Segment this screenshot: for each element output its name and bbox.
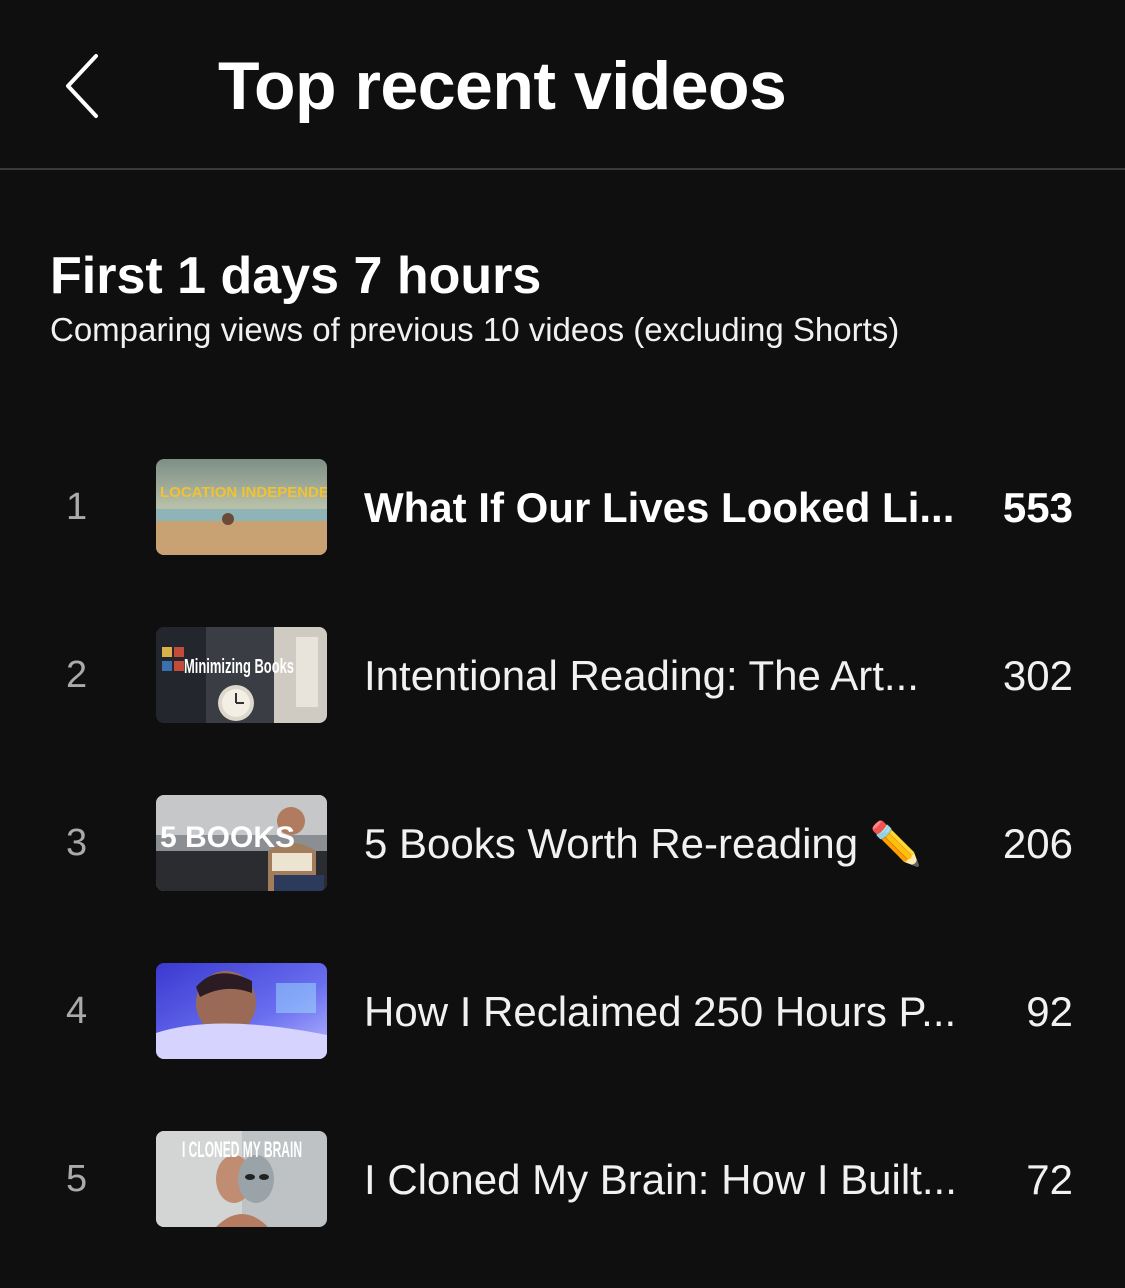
chevron-left-icon (66, 54, 98, 118)
video-row[interactable]: 5 I CLONED MY BRAIN I Cloned My Brain: H… (0, 1131, 1125, 1227)
video-thumbnail[interactable]: I CLONED MY BRAIN (156, 1131, 327, 1227)
section-subtitle: Comparing views of previous 10 videos (e… (50, 311, 900, 348)
video-row[interactable]: 4 How I Reclaimed 250 Hours P... 92 (0, 963, 1125, 1059)
video-rank: 3 (66, 822, 88, 864)
back-button[interactable] (52, 48, 112, 124)
video-title: What If Our Lives Looked Li... (364, 484, 955, 531)
thumb-text: 5 BOOKS (160, 821, 295, 854)
page-title: Top recent videos (218, 48, 787, 124)
video-views: 72 (1026, 1156, 1073, 1203)
video-views: 302 (1002, 652, 1073, 699)
video-rank: 5 (66, 1158, 88, 1200)
video-views: 553 (1002, 484, 1073, 531)
video-thumbnail[interactable]: 5 BOOKS (156, 795, 327, 891)
video-row[interactable]: 2 Minimizing Books Intentional Reading: … (0, 627, 1125, 723)
video-thumbnail[interactable]: Minimizing Books (156, 627, 327, 723)
thumb-text: LOCATION INDEPENDENCE (160, 484, 327, 501)
video-rank: 4 (66, 990, 88, 1032)
video-rank: 1 (66, 486, 88, 528)
thumb-text: Minimizing Books (184, 656, 294, 678)
video-thumbnail[interactable]: LOCATION INDEPENDENCE (156, 459, 327, 555)
video-views: 92 (1026, 988, 1073, 1035)
section-title: First 1 days 7 hours (50, 247, 542, 305)
video-title: I Cloned My Brain: How I Built... (364, 1156, 957, 1203)
thumb-text: I CLONED MY BRAIN (182, 1137, 302, 1162)
video-title: 5 Books Worth Re-reading ✏️ (364, 820, 923, 867)
video-views: 206 (1002, 820, 1073, 867)
video-thumbnail[interactable] (156, 963, 327, 1059)
video-row[interactable]: 1 LOCATION INDEPENDENCE What If Our Live… (0, 459, 1125, 555)
video-row[interactable]: 3 5 BOOKS 5 Books Worth Re-reading ✏️ 20… (0, 795, 1125, 891)
video-title: Intentional Reading: The Art... (364, 652, 919, 699)
video-title: How I Reclaimed 250 Hours P... (364, 988, 957, 1035)
video-rank: 2 (66, 654, 88, 696)
header-bar: Top recent videos (0, 0, 1125, 170)
